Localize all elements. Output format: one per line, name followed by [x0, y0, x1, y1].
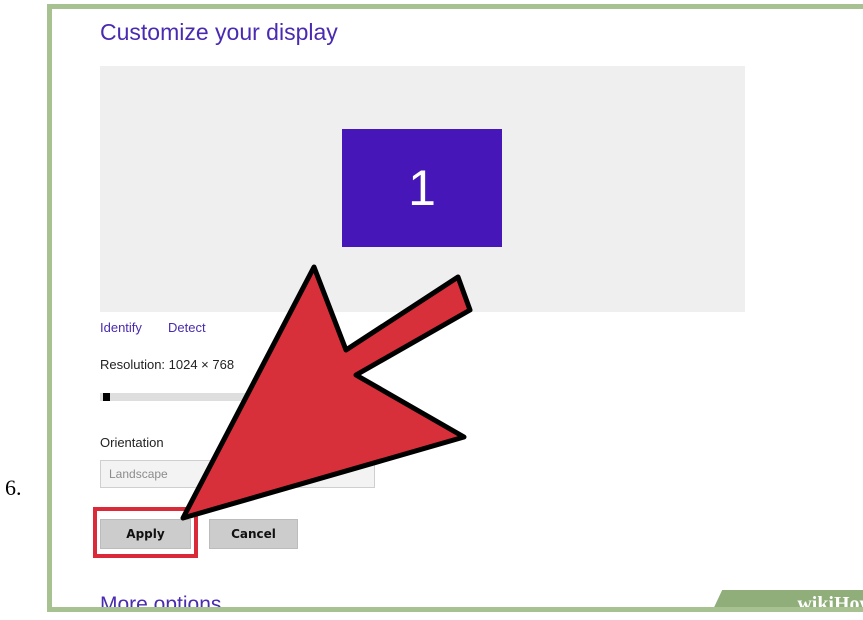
resolution-slider-thumb[interactable] — [103, 393, 110, 401]
display-preview-area: 1 — [100, 66, 745, 312]
watermark-how: How — [834, 592, 863, 612]
monitor-1-tile[interactable]: 1 — [342, 129, 502, 247]
orientation-label: Orientation — [100, 435, 164, 450]
more-options-link[interactable]: More options — [100, 593, 221, 607]
detect-link[interactable]: Detect — [168, 320, 206, 335]
wikihow-watermark: wikiHow — [709, 590, 863, 612]
page-title: Customize your display — [100, 19, 338, 45]
resolution-slider[interactable] — [100, 393, 260, 401]
identify-link[interactable]: Identify — [100, 320, 142, 335]
watermark-wiki: wiki — [797, 592, 834, 612]
step-number: 6. — [5, 475, 22, 500]
page: 6. Customize your display 1 Identify Det… — [0, 0, 863, 620]
resolution-label: Resolution: 1024 × 768 — [100, 357, 235, 372]
apply-button[interactable]: Apply — [100, 519, 191, 549]
orientation-select[interactable]: Landscape — [100, 460, 375, 488]
screenshot-frame: Customize your display 1 Identify Detect… — [47, 4, 863, 612]
cancel-button[interactable]: Cancel — [209, 519, 298, 549]
